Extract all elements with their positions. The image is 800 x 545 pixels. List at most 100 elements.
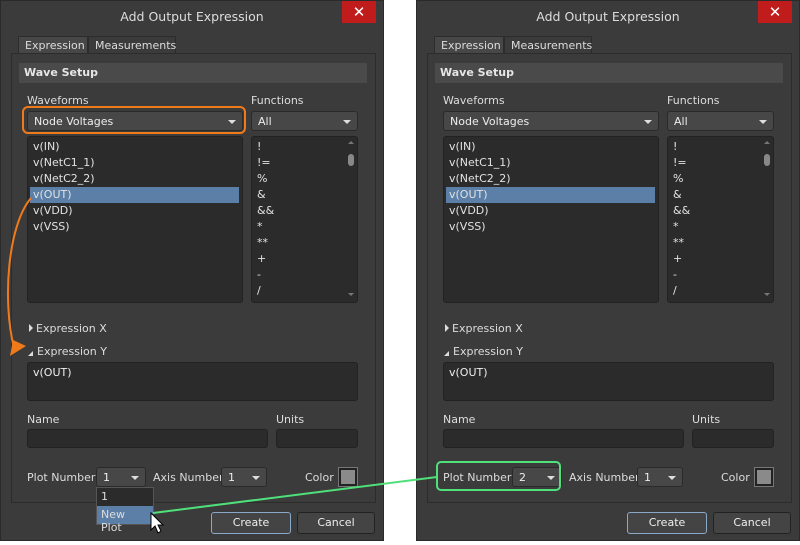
function-item[interactable]: ! xyxy=(254,139,343,155)
chevron-down-icon xyxy=(547,476,555,480)
functions-list[interactable]: ! !=% & && * ** + - / xyxy=(251,136,358,303)
waveform-item[interactable]: v(IN) xyxy=(30,139,239,155)
function-filter-value: All xyxy=(674,115,688,128)
function-item[interactable]: - xyxy=(254,267,343,283)
name-input[interactable] xyxy=(443,429,684,448)
function-item[interactable]: ! xyxy=(670,139,759,155)
expression-x-toggle[interactable]: Expression X xyxy=(452,322,523,335)
plot-number-select[interactable]: 2 xyxy=(512,467,562,487)
function-item[interactable]: % xyxy=(670,171,759,187)
dropdown-option[interactable]: New Plot xyxy=(97,506,153,534)
tab-expression[interactable]: Expression xyxy=(18,36,88,54)
waveform-item[interactable]: v(OUT) xyxy=(30,187,239,203)
chevron-down-icon xyxy=(759,120,767,124)
plot-number-label: Plot Number xyxy=(27,471,96,484)
plot-number-dropdown[interactable]: 1 New Plot xyxy=(96,487,154,534)
chevron-down-icon xyxy=(644,120,652,124)
waveform-item[interactable]: v(VSS) xyxy=(446,219,655,235)
dropdown-option[interactable]: 1 xyxy=(97,488,153,506)
function-item[interactable]: % xyxy=(254,171,343,187)
dialog-title: Add Output Expression xyxy=(120,9,264,24)
waveforms-label: Waveforms xyxy=(27,94,89,107)
scroll-down-icon[interactable] xyxy=(348,293,354,296)
axis-number-label: Axis Number xyxy=(569,471,640,484)
waveform-item[interactable]: v(OUT) xyxy=(446,187,655,203)
chevron-down-icon xyxy=(252,476,260,480)
name-input[interactable] xyxy=(27,429,268,448)
function-item[interactable]: && xyxy=(670,203,759,219)
function-filter-select[interactable]: All xyxy=(251,111,358,131)
function-item[interactable]: != xyxy=(254,155,343,171)
chevron-down-icon xyxy=(131,476,139,480)
functions-list[interactable]: ! !=% & && * ** + - / xyxy=(667,136,774,303)
waveform-type-value: Node Voltages xyxy=(450,115,530,128)
waveforms-list[interactable]: v(IN) v(NetC1_1) v(NetC2_2) v(OUT) v(VDD) v(V… xyxy=(27,136,243,303)
color-swatch[interactable] xyxy=(338,467,358,487)
waveform-item[interactable]: v(NetC1_1) xyxy=(30,155,239,171)
scroll-down-icon[interactable] xyxy=(764,293,770,296)
dialog-title: Add Output Expression xyxy=(536,9,680,24)
scrollbar-thumb[interactable] xyxy=(348,154,354,166)
function-item[interactable]: / xyxy=(670,283,759,299)
units-label: Units xyxy=(692,413,721,426)
scroll-up-icon[interactable] xyxy=(764,141,770,144)
plot-number-select[interactable]: 1 xyxy=(96,467,146,487)
wave-setup-header: Wave Setup xyxy=(19,63,367,83)
cancel-button[interactable]: Cancel xyxy=(297,512,375,534)
close-button[interactable]: ✕ xyxy=(758,1,792,23)
waveform-item[interactable]: v(NetC2_2) xyxy=(30,171,239,187)
waveform-item[interactable]: v(NetC1_1) xyxy=(446,155,655,171)
add-output-expression-dialog: Add Output Expression ✕ Expression Measurem… xyxy=(416,0,800,541)
function-item[interactable]: / xyxy=(254,283,343,299)
function-item[interactable]: * xyxy=(670,219,759,235)
function-item[interactable]: && xyxy=(254,203,343,219)
units-label: Units xyxy=(276,413,305,426)
expression-x-toggle[interactable]: Expression X xyxy=(36,322,107,335)
axis-number-select[interactable]: 1 xyxy=(221,467,267,487)
collapse-icon[interactable] xyxy=(444,347,449,356)
wave-setup-header: Wave Setup xyxy=(435,63,783,83)
function-item[interactable]: * xyxy=(254,219,343,235)
expression-y-input[interactable]: v(OUT) xyxy=(27,362,358,401)
expand-right-icon[interactable] xyxy=(29,324,33,332)
waveforms-list[interactable]: v(IN) v(NetC1_1) v(NetC2_2) v(OUT) v(VDD) v(V… xyxy=(443,136,659,303)
waveform-type-select[interactable]: Node Voltages xyxy=(27,111,243,131)
function-item[interactable]: & xyxy=(670,187,759,203)
axis-number-select[interactable]: 1 xyxy=(637,467,683,487)
function-item[interactable]: ** xyxy=(254,235,343,251)
chevron-down-icon xyxy=(343,120,351,124)
waveform-item[interactable]: v(VDD) xyxy=(30,203,239,219)
scroll-up-icon[interactable] xyxy=(348,141,354,144)
waveform-item[interactable]: v(NetC2_2) xyxy=(446,171,655,187)
create-button[interactable]: Create xyxy=(627,512,707,534)
tab-expression[interactable]: Expression xyxy=(434,36,504,54)
collapse-icon[interactable] xyxy=(28,347,33,356)
waveform-item[interactable]: v(IN) xyxy=(446,139,655,155)
expression-y-toggle[interactable]: Expression Y xyxy=(453,345,523,358)
color-label: Color xyxy=(721,471,750,484)
cancel-button[interactable]: Cancel xyxy=(713,512,791,534)
waveform-type-select[interactable]: Node Voltages xyxy=(443,111,659,131)
color-swatch[interactable] xyxy=(754,467,774,487)
function-item[interactable]: & xyxy=(254,187,343,203)
axis-number-label: Axis Number xyxy=(153,471,224,484)
expand-right-icon[interactable] xyxy=(445,324,449,332)
function-item[interactable]: != xyxy=(670,155,759,171)
tab-measurements[interactable]: Measurements xyxy=(504,36,592,54)
function-filter-select[interactable]: All xyxy=(667,111,774,131)
tab-measurements[interactable]: Measurements xyxy=(88,36,176,54)
plot-number-label: Plot Number xyxy=(443,471,512,484)
units-input[interactable] xyxy=(692,429,774,448)
expression-y-input[interactable]: v(OUT) xyxy=(443,362,774,401)
function-item[interactable]: + xyxy=(670,251,759,267)
scrollbar-thumb[interactable] xyxy=(764,154,770,166)
expression-y-toggle[interactable]: Expression Y xyxy=(37,345,107,358)
waveform-item[interactable]: v(VDD) xyxy=(446,203,655,219)
function-item[interactable]: ** xyxy=(670,235,759,251)
close-button[interactable]: ✕ xyxy=(342,1,376,23)
function-item[interactable]: + xyxy=(254,251,343,267)
create-button[interactable]: Create xyxy=(211,512,291,534)
function-item[interactable]: - xyxy=(670,267,759,283)
waveform-item[interactable]: v(VSS) xyxy=(30,219,239,235)
units-input[interactable] xyxy=(276,429,358,448)
